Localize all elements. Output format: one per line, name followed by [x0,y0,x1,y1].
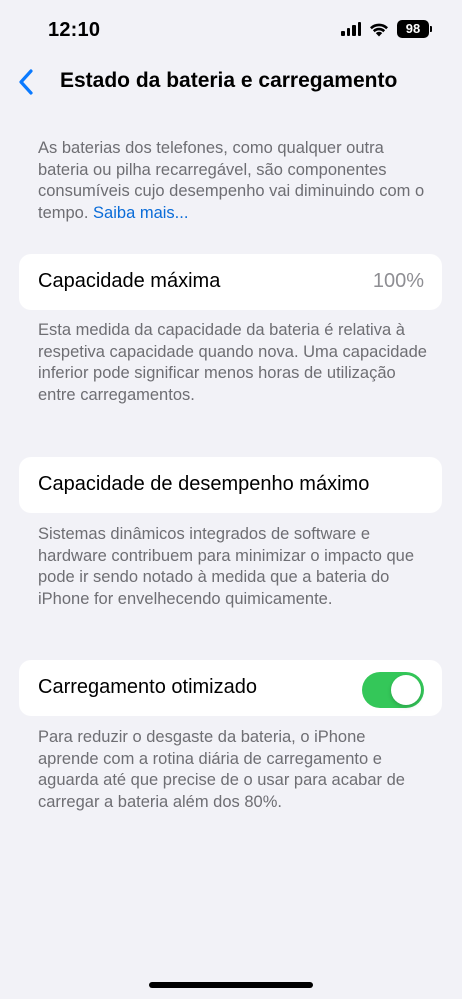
chevron-left-icon [19,69,33,95]
optimized-charging-toggle[interactable] [362,672,424,708]
status-time: 12:10 [48,19,101,41]
status-icons: 98 [341,20,432,38]
optimized-charging-footnote: Para reduzir o desgaste da bateria, o iP… [38,728,405,811]
optimized-charging-label: Carregamento otimizado [38,676,257,698]
battery-level: 98 [397,20,429,38]
back-button[interactable] [8,66,44,98]
toggle-knob [391,675,421,705]
max-capacity-footnote: Esta medida da capacidade da bateria é r… [38,321,427,404]
navigation-bar: Estado da bateria e carregamento [0,58,462,106]
max-capacity-label: Capacidade máxima [38,270,221,292]
intro-text: As baterias dos telefones, como qualquer… [38,138,430,224]
peak-performance-row: Capacidade de desempenho máximo [19,457,442,513]
page-title: Estado da bateria e carregamento [60,69,398,92]
home-indicator[interactable] [149,982,313,988]
wifi-icon [370,23,388,36]
max-capacity-value: 100% [372,270,424,292]
learn-more-link[interactable]: Saiba mais... [93,204,188,222]
optimized-charging-row: Carregamento otimizado [19,660,442,716]
signal-icon [341,22,361,36]
max-capacity-row: Capacidade máxima 100% [19,254,442,310]
battery-health-screen: 12:10 98 Estado da bateria e carregament… [0,0,462,999]
status-bar: 12:10 98 [0,0,462,60]
battery-icon: 98 [397,20,432,38]
peak-performance-label: Capacidade de desempenho máximo [38,473,370,495]
battery-nub [430,26,432,32]
peak-performance-footnote: Sistemas dinâmicos integrados de softwar… [38,525,415,608]
